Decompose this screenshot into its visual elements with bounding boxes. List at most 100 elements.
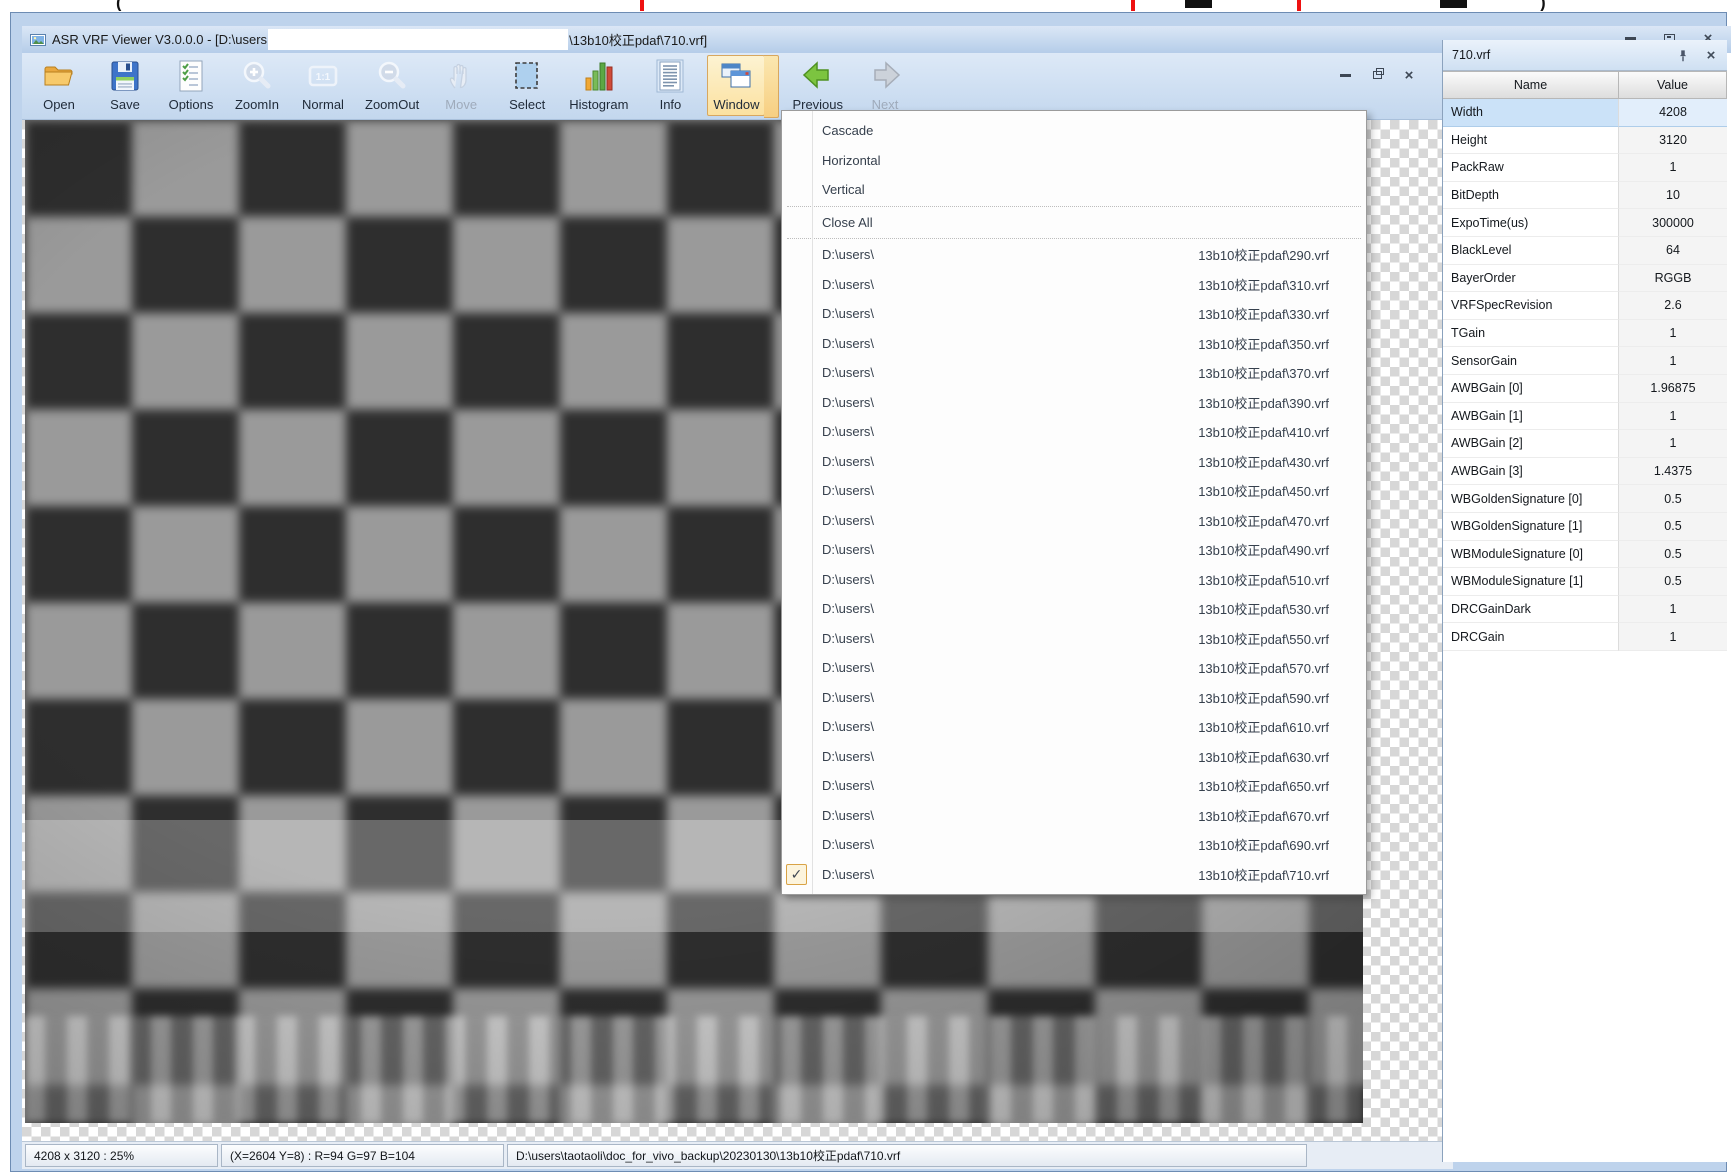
properties-table-header: Name Value — [1443, 71, 1727, 99]
svg-text:1:1: 1:1 — [316, 72, 331, 83]
property-row-sensorgain[interactable]: SensorGain1 — [1443, 347, 1727, 375]
file-path-prefix: D:\users\ — [822, 719, 874, 734]
menu-item-open-file[interactable]: D:\users\13b10校正pdaf\670.vrf — [782, 801, 1366, 831]
file-path-suffix: 13b10校正pdaf\370.vrf — [1198, 363, 1329, 382]
property-name: ExpoTime(us) — [1443, 209, 1619, 237]
toolbar-button-normal[interactable]: 1:1Normal — [294, 55, 352, 116]
toolbar-button-save[interactable]: Save — [96, 55, 154, 116]
menu-item-close-all[interactable]: Close All — [782, 208, 1366, 238]
property-row-awbgain-1-[interactable]: AWBGain [1]1 — [1443, 403, 1727, 431]
menu-item-open-file[interactable]: D:\users\13b10校正pdaf\370.vrf — [782, 358, 1366, 388]
menu-item-open-file[interactable]: D:\users\13b10校正pdaf\510.vrf — [782, 565, 1366, 595]
property-name: WBModuleSignature [0] — [1443, 541, 1619, 569]
panel-menu-button[interactable] — [1647, 48, 1663, 64]
property-value: 64 — [1619, 237, 1727, 265]
menu-item-open-file[interactable]: D:\users\13b10校正pdaf\610.vrf — [782, 712, 1366, 742]
toolbar-button-select[interactable]: Select — [498, 55, 556, 116]
property-row-expotime-us-[interactable]: ExpoTime(us)300000 — [1443, 209, 1727, 237]
property-row-bayerorder[interactable]: BayerOrderRGGB — [1443, 265, 1727, 293]
toolbar-button-options[interactable]: Options — [162, 55, 220, 116]
toolbar-button-info[interactable]: Info — [641, 55, 699, 116]
annotation-fragment — [1440, 0, 1467, 8]
menu-item-open-file[interactable]: D:\users\13b10校正pdaf\570.vrf — [782, 653, 1366, 683]
arrow-next-icon — [867, 58, 903, 96]
property-row-packraw[interactable]: PackRaw1 — [1443, 154, 1727, 182]
menu-item-open-file[interactable]: D:\users\13b10校正pdaf\630.vrf — [782, 742, 1366, 772]
properties-panel: 710.vrf × Name Value Width4208Height3120… — [1442, 40, 1727, 1162]
property-row-blacklevel[interactable]: BlackLevel64 — [1443, 237, 1727, 265]
toolbar-button-zoomin[interactable]: ZoomIn — [228, 55, 286, 116]
property-value: 1 — [1619, 596, 1727, 624]
column-header-name: Name — [1443, 71, 1619, 99]
toolbar-button-open[interactable]: Open — [30, 55, 88, 116]
menu-item-open-file[interactable]: D:\users\13b10校正pdaf\590.vrf — [782, 683, 1366, 713]
menu-item-horizontal[interactable]: Horizontal — [782, 146, 1366, 176]
file-path-prefix: D:\users\ — [822, 336, 874, 351]
window-dropdown-caret[interactable] — [764, 55, 779, 118]
menu-item-cascade[interactable]: Cascade — [782, 116, 1366, 146]
annotation-fragment — [640, 0, 644, 11]
options-dropdown-caret[interactable] — [216, 88, 228, 100]
menu-item-open-file[interactable]: D:\users\13b10校正pdaf\290.vrf — [782, 240, 1366, 270]
file-path-prefix: D:\users\ — [822, 454, 874, 469]
property-row-tgain[interactable]: TGain1 — [1443, 320, 1727, 348]
options-checklist-icon — [173, 58, 209, 96]
property-row-awbgain-2-[interactable]: AWBGain [2]1 — [1443, 430, 1727, 458]
zoom-in-icon — [239, 58, 275, 96]
menu-item-open-file[interactable]: D:\users\13b10校正pdaf\410.vrf — [782, 417, 1366, 447]
menu-item-open-file[interactable]: D:\users\13b10校正pdaf\530.vrf — [782, 594, 1366, 624]
panel-close-button[interactable]: × — [1703, 48, 1719, 64]
property-value: 3120 — [1619, 127, 1727, 155]
toolbar-button-label: Select — [509, 97, 545, 112]
toolbar-button-histogram[interactable]: Histogram — [564, 55, 633, 116]
menu-item-open-file[interactable]: D:\users\13b10校正pdaf\470.vrf — [782, 506, 1366, 536]
menu-item-open-file[interactable]: D:\users\ 13b10校正pdaf\390.vrf — [782, 388, 1366, 418]
menu-item-open-file[interactable]: D:\users\13b10校正pdaf\450.vrf — [782, 476, 1366, 506]
file-path-prefix: D:\users\ — [822, 395, 874, 410]
toolbar-buttons: OpenSaveOptionsZoomIn1:1NormalZoomOutMov… — [30, 55, 922, 116]
file-path-prefix: D:\users\ — [822, 601, 874, 616]
property-name: AWBGain [0] — [1443, 375, 1619, 403]
menu-item-open-file[interactable]: D:\users\13b10校正pdaf\490.vrf — [782, 535, 1366, 565]
toolbar-button-window[interactable]: Window — [707, 55, 765, 116]
property-name: WBGoldenSignature [0] — [1443, 485, 1619, 513]
menu-item-open-file[interactable]: D:\users\13b10校正pdaf\650.vrf — [782, 771, 1366, 801]
mdi-restore-button[interactable] — [1367, 67, 1387, 83]
property-row-wbgoldensignature-0-[interactable]: WBGoldenSignature [0]0.5 — [1443, 485, 1727, 513]
property-row-bitdepth[interactable]: BitDepth10 — [1443, 182, 1727, 210]
mdi-minimize-button[interactable] — [1335, 67, 1355, 83]
file-path-suffix: 13b10校正pdaf\490.vrf — [1198, 540, 1329, 559]
property-row-vrfspecrevision[interactable]: VRFSpecRevision2.6 — [1443, 292, 1727, 320]
property-name: Width — [1443, 99, 1619, 127]
file-path-prefix: D:\users\ — [822, 837, 874, 852]
menu-item-open-file[interactable]: D:\users\13b10校正pdaf\330.vrf — [782, 299, 1366, 329]
property-value: 1 — [1619, 403, 1727, 431]
menu-item-open-file[interactable]: D:\users\ 13b10校正pdaf\690.vrf — [782, 830, 1366, 860]
mdi-close-button[interactable]: × — [1399, 67, 1419, 83]
toolbar-button-previous[interactable]: Previous — [787, 55, 848, 116]
annotation-fragment — [1185, 0, 1212, 8]
menu-item-open-file[interactable]: D:\users\13b10校正pdaf\430.vrf — [782, 447, 1366, 477]
panel-header: 710.vrf × — [1443, 40, 1727, 71]
menu-item-open-file[interactable]: D:\users\13b10校正pdaf\310.vrf — [782, 270, 1366, 300]
file-path-suffix: 13b10校正pdaf\690.vrf — [1198, 835, 1329, 854]
property-row-wbgoldensignature-1-[interactable]: WBGoldenSignature [1]0.5 — [1443, 513, 1727, 541]
property-row-drcgaindark[interactable]: DRCGainDark1 — [1443, 596, 1727, 624]
annotation-fragment: ) — [1540, 0, 1546, 11]
file-path-suffix: 13b10校正pdaf\390.vrf — [1198, 393, 1329, 412]
property-row-height[interactable]: Height3120 — [1443, 127, 1727, 155]
property-row-wbmodulesignature-1-[interactable]: WBModuleSignature [1]0.5 — [1443, 568, 1727, 596]
menu-item-vertical[interactable]: Vertical — [782, 175, 1366, 205]
property-row-drcgain[interactable]: DRCGain1 — [1443, 623, 1727, 651]
property-row-width[interactable]: Width4208 — [1443, 99, 1727, 127]
property-row-awbgain-3-[interactable]: AWBGain [3]1.4375 — [1443, 458, 1727, 486]
property-row-awbgain-0-[interactable]: AWBGain [0]1.96875 — [1443, 375, 1727, 403]
toolbar-button-zoomout[interactable]: ZoomOut — [360, 55, 424, 116]
menu-item-open-file[interactable]: D:\users\13b10校正pdaf\550.vrf — [782, 624, 1366, 654]
property-row-wbmodulesignature-0-[interactable]: WBModuleSignature [0]0.5 — [1443, 541, 1727, 569]
file-path-suffix: 13b10校正pdaf\330.vrf — [1198, 304, 1329, 323]
menu-item-open-file[interactable]: ✓D:\users\13b10校正pdaf\710.vrf — [782, 860, 1366, 890]
panel-pin-button[interactable] — [1675, 48, 1691, 64]
menu-item-open-file[interactable]: D:\users\13b10校正pdaf\350.vrf — [782, 329, 1366, 359]
file-path-prefix: D:\users\ — [822, 749, 874, 764]
